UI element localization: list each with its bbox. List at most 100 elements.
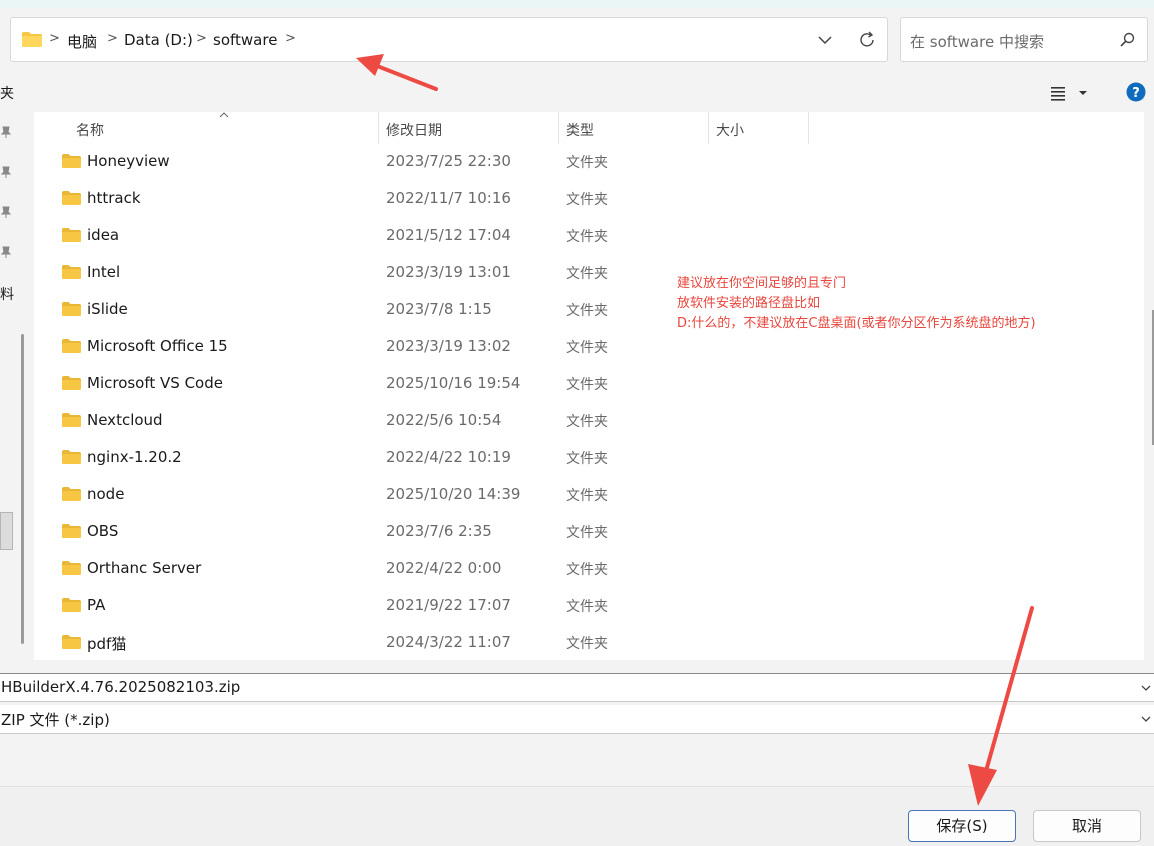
column-divider[interactable] <box>558 112 559 144</box>
folder-icon <box>22 32 42 47</box>
file-type: 文件夹 <box>566 599 608 615</box>
breadcrumb-computer[interactable]: 电脑 <box>67 31 97 52</box>
column-divider[interactable] <box>708 112 709 144</box>
search-input[interactable]: 在 software 中搜索 <box>910 31 1044 52</box>
column-header-name[interactable]: 名称 <box>76 120 104 140</box>
breadcrumb-software[interactable]: software <box>213 31 277 49</box>
pin-icon[interactable] <box>1 206 11 218</box>
folder-icon <box>62 191 81 205</box>
chevron-down-icon[interactable] <box>815 30 835 50</box>
file-name[interactable]: Nextcloud <box>87 411 163 429</box>
cancel-button[interactable]: 取消 <box>1033 810 1141 842</box>
command-toolbar: 夹 ? <box>0 72 1154 112</box>
column-header-date[interactable]: 修改日期 <box>386 120 442 140</box>
file-name[interactable]: Intel <box>87 263 120 281</box>
folder-icon <box>62 154 81 168</box>
search-box[interactable]: 在 software 中搜索 <box>900 17 1148 62</box>
chevron-down-icon[interactable] <box>1140 714 1152 724</box>
column-divider[interactable] <box>808 112 809 144</box>
chevron-right-icon: > <box>49 31 60 46</box>
column-divider[interactable] <box>378 112 379 144</box>
file-type: 文件夹 <box>566 414 608 430</box>
filename-field[interactable]: HBuilderX.4.76.2025082103.zip <box>0 673 1154 702</box>
file-type: 文件夹 <box>566 155 608 171</box>
folder-icon <box>62 487 81 501</box>
column-header-size[interactable]: 大小 <box>716 120 744 140</box>
file-row[interactable]: httrack 2022/11/7 10:16 文件夹 <box>34 180 1144 217</box>
view-list-icon[interactable] <box>1048 84 1088 102</box>
file-list: 名称 修改日期 类型 大小 Honeyview 2023/7/25 22:30 文件… <box>34 112 1144 660</box>
file-name[interactable]: Honeyview <box>87 152 170 170</box>
file-type: 文件夹 <box>566 192 608 208</box>
file-type: 文件夹 <box>566 636 608 652</box>
nav-item-label[interactable]: 料 <box>0 284 14 304</box>
file-date: 2022/4/22 10:19 <box>386 448 511 466</box>
file-type: 文件夹 <box>566 451 608 467</box>
chevron-right-icon[interactable]: > <box>285 31 296 46</box>
help-icon[interactable]: ? <box>1126 82 1146 102</box>
file-row[interactable]: Honeyview 2023/7/25 22:30 文件夹 <box>34 143 1144 180</box>
folder-icon <box>62 598 81 612</box>
file-name[interactable]: Microsoft Office 15 <box>87 337 228 355</box>
save-button[interactable]: 保存(S) <box>908 810 1016 842</box>
file-row[interactable]: Microsoft VS Code 2025/10/16 19:54 文件夹 <box>34 365 1144 402</box>
file-date: 2025/10/20 14:39 <box>386 485 521 503</box>
file-date: 2023/3/19 13:01 <box>386 263 511 281</box>
search-icon[interactable] <box>1119 31 1137 49</box>
file-name[interactable]: Microsoft VS Code <box>87 374 223 392</box>
file-name[interactable]: PA <box>87 596 105 614</box>
file-name[interactable]: idea <box>87 226 119 244</box>
file-name[interactable]: nginx-1.20.2 <box>87 448 182 466</box>
folder-icon <box>62 339 81 353</box>
pin-icon[interactable] <box>1 246 11 258</box>
file-row[interactable]: node 2025/10/20 14:39 文件夹 <box>34 476 1144 513</box>
folder-icon <box>62 265 81 279</box>
file-row[interactable]: idea 2021/5/12 17:04 文件夹 <box>34 217 1144 254</box>
file-name[interactable]: iSlide <box>87 300 128 318</box>
file-date: 2022/4/22 0:00 <box>386 559 502 577</box>
file-date: 2021/5/12 17:04 <box>386 226 511 244</box>
file-row[interactable]: PA 2021/9/22 17:07 文件夹 <box>34 587 1144 624</box>
file-row[interactable]: nginx-1.20.2 2022/4/22 10:19 文件夹 <box>34 439 1144 476</box>
file-date: 2023/3/19 13:02 <box>386 337 511 355</box>
navigation-pane: 料 <box>0 112 34 660</box>
file-date: 2021/9/22 17:07 <box>386 596 511 614</box>
dialog-footer: 保存(S) 取消 <box>0 786 1154 846</box>
file-type: 文件夹 <box>566 377 608 393</box>
filename-input[interactable]: HBuilderX.4.76.2025082103.zip <box>1 678 240 696</box>
file-name[interactable]: node <box>87 485 124 503</box>
file-row[interactable]: Nextcloud 2022/5/6 10:54 文件夹 <box>34 402 1144 439</box>
folder-icon <box>62 561 81 575</box>
file-row[interactable]: Orthanc Server 2022/4/22 0:00 文件夹 <box>34 550 1144 587</box>
pin-icon[interactable] <box>1 166 11 178</box>
toolbar-label[interactable]: 夹 <box>0 83 14 103</box>
file-name[interactable]: httrack <box>87 189 141 207</box>
file-name[interactable]: pdf猫 <box>87 633 126 654</box>
annotation-line: 放软件安装的路径盘比如 <box>677 296 821 311</box>
address-bar[interactable]: > 电脑 > Data (D:) > software > <box>10 17 888 62</box>
file-date: 2024/3/22 11:07 <box>386 633 511 651</box>
chevron-down-icon[interactable] <box>1140 683 1152 693</box>
file-name[interactable]: Orthanc Server <box>87 559 201 577</box>
file-date: 2022/5/6 10:54 <box>386 411 502 429</box>
refresh-icon[interactable] <box>857 30 877 50</box>
folder-icon <box>62 635 81 649</box>
filetype-select[interactable]: ZIP 文件 (*.zip) <box>1 709 110 730</box>
file-type: 文件夹 <box>566 525 608 541</box>
annotation-line: 建议放在你空间足够的且专门 <box>677 276 847 291</box>
file-name[interactable]: OBS <box>87 522 118 540</box>
svg-text:?: ? <box>1132 86 1140 101</box>
nav-scrollbar[interactable] <box>21 334 24 644</box>
file-type: 文件夹 <box>566 266 608 282</box>
column-header-type[interactable]: 类型 <box>566 120 594 140</box>
pin-icon[interactable] <box>1 126 11 138</box>
chevron-right-icon: > <box>196 31 207 46</box>
file-date: 2025/10/16 19:54 <box>386 374 521 392</box>
folder-icon <box>62 302 81 316</box>
file-row[interactable]: pdf猫 2024/3/22 11:07 文件夹 <box>34 624 1144 661</box>
filetype-field[interactable]: ZIP 文件 (*.zip) <box>0 705 1154 734</box>
nav-scroll-thumb[interactable] <box>0 512 13 550</box>
file-row[interactable]: OBS 2023/7/6 2:35 文件夹 <box>34 513 1144 550</box>
file-date: 2023/7/25 22:30 <box>386 152 511 170</box>
breadcrumb-data-drive[interactable]: Data (D:) <box>124 31 193 49</box>
